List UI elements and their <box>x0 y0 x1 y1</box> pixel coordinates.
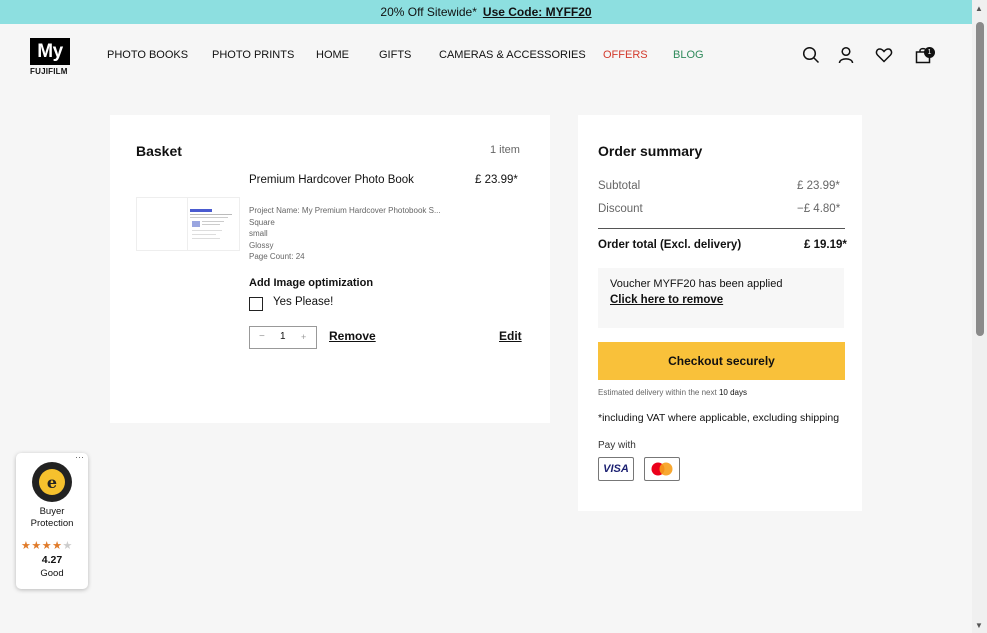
delivery-estimate-days: 10 days <box>718 388 747 397</box>
search-icon[interactable] <box>802 46 820 64</box>
star-icon: ★ <box>31 540 42 552</box>
trusted-shops-badge[interactable]: ··· e Buyer Protection ★★★★★ 4.27 Good <box>16 452 88 589</box>
nav-blog[interactable]: BLOG <box>673 49 704 61</box>
nav-home[interactable]: HOME <box>316 49 349 61</box>
prop-finish: Glossy <box>249 240 274 250</box>
prop-shape: Square <box>249 217 275 227</box>
scroll-down-arrow-icon[interactable]: ▼ <box>975 621 983 630</box>
fujifilm-logo[interactable]: My FUJIFILM <box>30 38 70 78</box>
vat-note: *including VAT where applicable, excludi… <box>598 412 840 424</box>
rating-label: Good <box>40 568 64 579</box>
voucher-applied-box: Voucher MYFF20 has been applied Click he… <box>598 268 844 328</box>
optimization-title: Add Image optimization <box>249 277 374 289</box>
nav-photo-prints[interactable]: PHOTO PRINTS <box>212 49 294 61</box>
thumbnail-preview-image <box>188 202 236 246</box>
prop-project-name: Project Name: My Premium Hardcover Photo… <box>249 206 441 215</box>
basket-item-count: 1 item <box>490 144 520 156</box>
promo-text: 20% Off Sitewide* <box>380 5 477 19</box>
order-total-value: £ 19.19* <box>804 239 847 251</box>
page-scrollbar[interactable]: ▲ ▼ <box>972 0 987 633</box>
checkout-securely-button[interactable]: Checkout securely <box>598 342 845 380</box>
promo-bar: 20% Off Sitewide* Use Code: MYFF20 <box>0 0 972 24</box>
summary-title: Order summary <box>598 143 703 159</box>
scroll-up-arrow-icon[interactable]: ▲ <box>975 4 983 13</box>
mastercard-icon <box>644 457 680 481</box>
rating-stars-icon: ★★★★★ <box>21 539 73 552</box>
discount-value: −£ 4.80* <box>797 203 841 215</box>
optimization-option-label[interactable]: Yes Please! <box>273 296 333 308</box>
star-icon: ★ <box>52 540 63 552</box>
nav-cameras-accessories[interactable]: CAMERAS & ACCESSORIES <box>439 49 586 61</box>
thumbnail-left-page <box>137 198 188 250</box>
subtotal-label: Subtotal <box>598 180 641 192</box>
basket-card: Basket 1 item Premium Hardcover Photo Bo… <box>110 115 550 423</box>
delivery-estimate: Estimated delivery within the next 10 da… <box>598 388 747 397</box>
voucher-applied-text: Voucher MYFF20 has been applied <box>610 278 783 290</box>
quantity-value[interactable]: 1 <box>280 331 286 342</box>
product-thumbnail[interactable] <box>136 197 240 251</box>
trusted-shops-seal-icon: e <box>32 462 72 502</box>
prop-page-count: Page Count: 24 <box>249 252 305 261</box>
nav-photo-books[interactable]: PHOTO BOOKS <box>107 49 188 61</box>
visa-card-icon: VISA <box>598 457 634 481</box>
remove-item-link[interactable]: Remove <box>329 329 376 343</box>
star-icon: ★ <box>41 540 53 552</box>
badge-line1: Buyer <box>39 506 65 517</box>
account-icon[interactable] <box>837 46 855 64</box>
logo-my: My <box>30 38 70 65</box>
product-properties: Project Name: My Premium Hardcover Photo… <box>249 205 441 263</box>
nav-offers[interactable]: OFFERS <box>603 49 648 61</box>
badge-more-icon[interactable]: ··· <box>75 452 84 462</box>
summary-divider <box>598 228 845 229</box>
prop-size: small <box>249 229 268 238</box>
badge-line2: Protection <box>30 518 74 529</box>
delivery-estimate-prefix: Estimated delivery within the next <box>598 388 717 397</box>
edit-item-link[interactable]: Edit <box>499 329 522 343</box>
voucher-remove-link[interactable]: Click here to remove <box>610 294 723 306</box>
discount-label: Discount <box>598 203 643 215</box>
subtotal-value: £ 23.99* <box>797 180 840 192</box>
optimization-checkbox[interactable] <box>249 297 263 311</box>
logo-brand: FUJIFILM <box>30 67 68 76</box>
quantity-minus-button[interactable]: − <box>259 331 265 342</box>
order-summary-card: Order summary Subtotal £ 23.99* Discount… <box>578 115 862 511</box>
scrollbar-thumb[interactable] <box>976 22 984 336</box>
star-icon: ★ <box>21 540 32 552</box>
quantity-stepper: − 1 + <box>249 326 317 349</box>
wishlist-heart-icon[interactable] <box>875 46 893 64</box>
pay-with-label: Pay with <box>598 440 636 451</box>
basket-title: Basket <box>136 143 182 159</box>
site-header: My FUJIFILM PHOTO BOOKS PHOTO PRINTS HOM… <box>0 24 972 86</box>
nav-gifts[interactable]: GIFTS <box>379 49 411 61</box>
visa-label: VISA <box>603 463 629 475</box>
star-icon: ★ <box>62 540 73 552</box>
rating-score: 4.27 <box>41 554 63 566</box>
order-total-label: Order total (Excl. delivery) <box>598 239 742 251</box>
mastercard-circles-icon <box>651 462 673 476</box>
cart-count-badge: 1 <box>924 47 935 58</box>
product-name[interactable]: Premium Hardcover Photo Book <box>249 174 414 186</box>
product-price: £ 23.99* <box>475 174 518 186</box>
quantity-plus-button[interactable]: + <box>301 332 306 342</box>
seal-letter: e <box>39 469 65 495</box>
promo-code-link[interactable]: Use Code: MYFF20 <box>483 5 592 19</box>
